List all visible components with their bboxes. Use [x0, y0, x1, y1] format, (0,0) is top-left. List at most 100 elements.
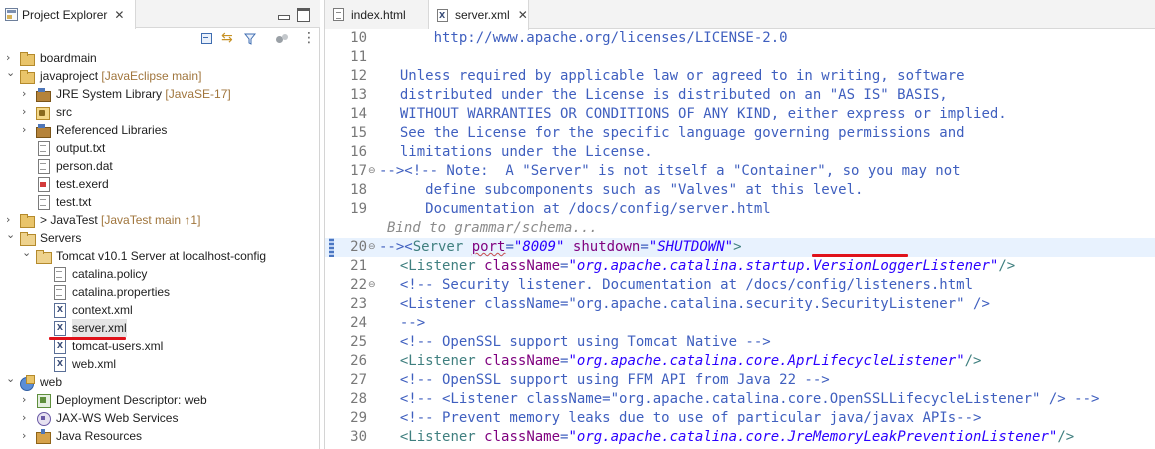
chevron-down-icon[interactable]: ⌄ — [6, 64, 16, 82]
code-line[interactable]: 10 http://www.apache.org/licenses/LICENS… — [325, 29, 1155, 48]
code-line[interactable]: 18 define subcomponents such as "Valves"… — [325, 181, 1155, 200]
tree-item[interactable]: tomcat-users.xml — [0, 337, 318, 355]
tree-item[interactable]: output.txt — [0, 139, 318, 157]
focus-on-active-task-button[interactable] — [274, 31, 290, 47]
xml-file-icon — [52, 303, 66, 318]
tab-label: index.html — [351, 7, 406, 22]
chevron-right-icon[interactable]: › — [22, 121, 32, 139]
code-line[interactable]: 13 distributed under the License is dist… — [325, 86, 1155, 105]
code-token: port — [471, 239, 506, 255]
tree-item[interactable]: › Deployment Descriptor: web — [0, 391, 318, 409]
code-line[interactable]: 12 Unless required by applicable law or … — [325, 67, 1155, 86]
chevron-down-icon[interactable]: ⌄ — [6, 226, 16, 244]
tree-item-label: output.txt — [56, 141, 106, 155]
tree-item[interactable]: test.exerd — [0, 175, 318, 193]
code-token: "org.apache.catalina.core.AprLifecycleLi… — [568, 353, 965, 369]
tree-item[interactable]: › JRE System Library [JavaSE-17] — [0, 85, 318, 103]
chevron-right-icon[interactable]: › — [22, 391, 32, 409]
tree-item[interactable]: ⌄ Tomcat v10.1 Server at localhost-config — [0, 244, 318, 265]
line-number: 23 — [350, 296, 367, 312]
close-icon[interactable]: ✕ — [114, 8, 124, 22]
code-token: < — [383, 353, 409, 369]
code-area[interactable]: 10 http://www.apache.org/licenses/LICENS… — [325, 29, 1155, 449]
maximize-view-button[interactable] — [296, 7, 310, 22]
tree-item[interactable]: ⌄ Servers — [0, 226, 318, 247]
code-line[interactable]: 23 <Listener className="org.apache.catal… — [325, 295, 1155, 314]
code-line[interactable]: 29 <!-- Prevent memory leaks due to use … — [325, 409, 1155, 428]
text-file-icon — [52, 267, 66, 282]
tree-item[interactable]: catalina.policy — [0, 265, 318, 283]
line-number: 29 — [350, 410, 367, 426]
tree-item[interactable]: › src — [0, 103, 318, 121]
code-line[interactable]: 21 <Listener className="org.apache.catal… — [325, 257, 1155, 276]
code-text: <!-- OpenSSL support using Tomcat Native… — [383, 334, 771, 350]
code-text: <Listener className="org.apache.catalina… — [383, 296, 990, 312]
java-resources-icon — [36, 429, 51, 444]
explorer-toolbar — [0, 29, 320, 49]
line-number: 16 — [350, 144, 367, 160]
chevron-right-icon[interactable]: › — [22, 409, 32, 427]
code-line[interactable]: 28 <!-- <Listener className="org.apache.… — [325, 390, 1155, 409]
chevron-right-icon[interactable]: › — [22, 103, 32, 121]
code-line[interactable]: 26 <Listener className="org.apache.catal… — [325, 352, 1155, 371]
line-number: 27 — [350, 372, 367, 388]
code-line[interactable]: 17 ⊖ --><!-- Note: A "Server" is not itsel… — [325, 162, 1155, 181]
tree-item[interactable]: context.xml — [0, 301, 318, 319]
tree-item[interactable]: ⌄ javaproject [JavaEclipse main] — [0, 64, 318, 85]
code-text: <Listener className="org.apache.catalina… — [383, 257, 1015, 276]
tree-item[interactable]: ⌄ web — [0, 370, 318, 391]
code-line[interactable]: 11 — [325, 48, 1155, 67]
chevron-down-icon[interactable]: ⌄ — [22, 244, 32, 262]
tree-item-label: test.txt — [56, 195, 92, 209]
tree-item[interactable]: › boardmain — [0, 49, 318, 67]
tree-item[interactable]: catalina.properties — [0, 283, 318, 301]
code-line[interactable]: 22 ⊖ <!-- Security listener. Documentatio… — [325, 276, 1155, 295]
tree-item[interactable]: › > JavaTest [JavaTest main ↑1] — [0, 211, 318, 229]
fold-collapse-icon[interactable]: ⊖ — [368, 238, 376, 257]
chevron-down-icon[interactable]: ⌄ — [6, 370, 16, 388]
fold-collapse-icon[interactable]: ⊖ — [368, 162, 376, 181]
code-token: "org.apache.catalina.startup.VersionLogg… — [568, 258, 999, 274]
code-line[interactable]: 27 <!-- OpenSSL support using FFM API fr… — [325, 371, 1155, 390]
collapse-all-button[interactable] — [198, 31, 214, 47]
code-line[interactable]: 24 --> — [325, 314, 1155, 333]
code-line[interactable]: 14 WITHOUT WARRANTIES OR CONDITIONS OF A… — [325, 105, 1155, 124]
code-line[interactable]: 20 ⊖ --><Server port="8009" shutdown="SHUT… — [325, 238, 1155, 257]
text-file-icon — [36, 141, 50, 156]
tab-index-html[interactable]: index.html — [325, 0, 429, 29]
view-menu-button[interactable] — [298, 30, 316, 47]
code-line[interactable]: 19 Documentation at /docs/config/server.… — [325, 200, 1155, 219]
chevron-right-icon[interactable]: › — [22, 427, 32, 445]
tree-item[interactable]: › Referenced Libraries — [0, 121, 318, 139]
code-line[interactable]: 16 limitations under the License. — [325, 143, 1155, 162]
minimize-view-button[interactable] — [276, 7, 290, 20]
tree-item[interactable]: person.dat — [0, 157, 318, 175]
library-icon — [36, 87, 51, 102]
tab-project-explorer[interactable]: Project Explorer ✕ — [0, 0, 136, 29]
code-text: http://www.apache.org/licenses/LICENSE-2… — [383, 30, 788, 46]
chevron-right-icon[interactable]: › — [22, 85, 32, 103]
fold-collapse-icon[interactable]: ⊖ — [368, 276, 376, 295]
code-line[interactable]: 30 <Listener className="org.apache.catal… — [325, 428, 1155, 447]
link-with-editor-button[interactable] — [220, 30, 236, 47]
tree-item[interactable]: › Java Resources — [0, 427, 318, 445]
grammar-hint[interactable]: Bind to grammar/schema... — [325, 219, 1155, 238]
tree-item[interactable]: test.txt — [0, 193, 318, 211]
tree-item[interactable]: › JAX-WS Web Services — [0, 409, 318, 427]
code-text: <!-- OpenSSL support using FFM API from … — [383, 372, 830, 388]
code-line[interactable]: 25 <!-- OpenSSL support using Tomcat Nat… — [325, 333, 1155, 352]
filter-icon[interactable] — [242, 31, 258, 47]
tree-item[interactable]: web.xml — [0, 355, 318, 373]
tab-server-xml[interactable]: server.xml ✕ — [429, 0, 529, 30]
project-explorer-title: Project Explorer — [22, 7, 108, 22]
tree-item-label: > JavaTest [JavaTest main ↑1] — [40, 213, 201, 227]
line-number: 19 — [350, 201, 367, 217]
html-file-icon — [333, 8, 344, 21]
code-text: --><Server port="8009" shutdown="SHUTDOW… — [379, 238, 742, 257]
tree-item[interactable]: server.xml — [0, 319, 318, 337]
code-line[interactable]: 15 See the License for the specific lang… — [325, 124, 1155, 143]
code-token: shutdown — [572, 239, 641, 255]
close-icon[interactable]: ✕ — [518, 8, 528, 22]
